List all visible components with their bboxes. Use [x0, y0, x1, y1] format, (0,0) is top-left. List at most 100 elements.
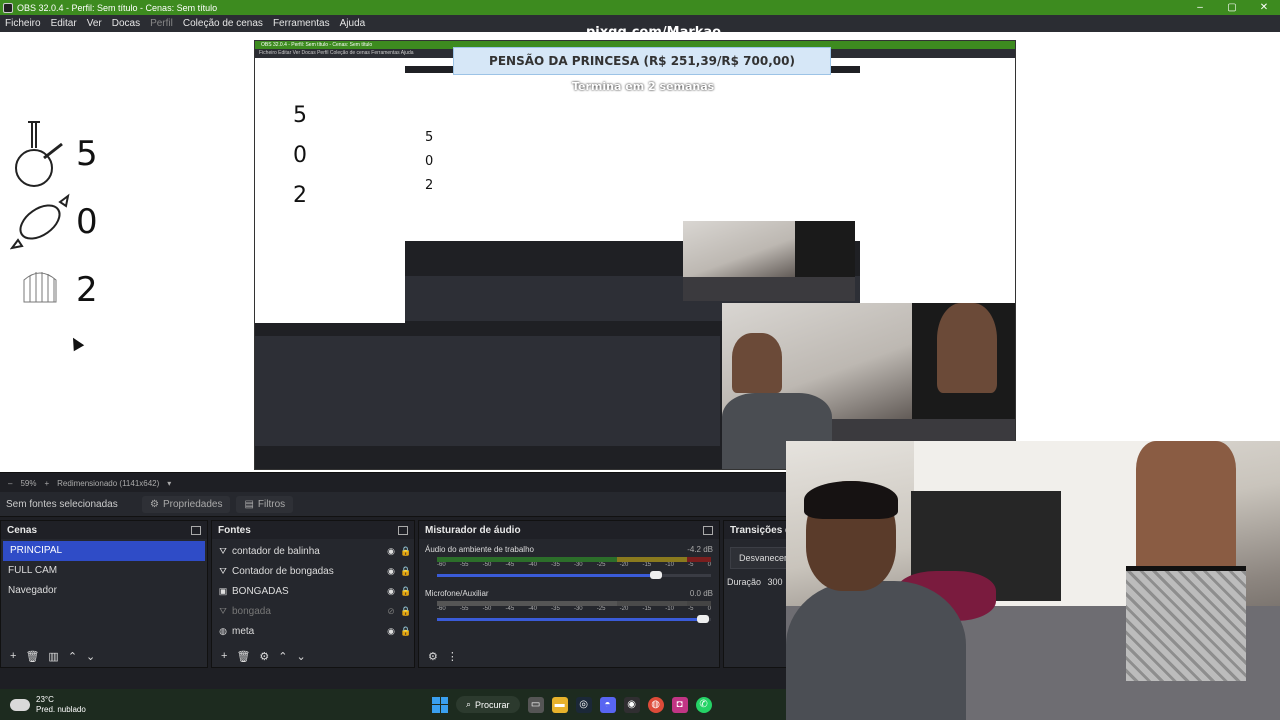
menu-ver[interactable]: Ver	[82, 15, 107, 32]
nested-obs-capture: OBS 32.0.4 - Perfil: Sem título - Cenas:…	[254, 40, 1016, 470]
advanced-audio-button[interactable]: ⚙	[428, 650, 438, 663]
mixer-menu-button[interactable]: ⋮	[447, 650, 458, 663]
candy-icon	[10, 193, 70, 250]
windows-start-icon[interactable]	[432, 696, 448, 713]
filters-label: Filtros	[257, 498, 286, 510]
remove-scene-button[interactable]: 🗑	[25, 650, 39, 663]
eye-icon[interactable]: ◉	[384, 586, 398, 597]
source-label: contador de balinha	[232, 545, 320, 557]
chrome-icon[interactable]: ◍	[647, 696, 664, 713]
candy-count: 0	[76, 202, 98, 242]
sources-dock: Fontes ⛛ contador de balinha ◉ 🔒 ⛛ Conta…	[211, 520, 415, 668]
minimize-button[interactable]: –	[1184, 0, 1216, 15]
browser-icon: ⛛	[219, 565, 227, 576]
level-meter	[437, 557, 711, 562]
source-item-bongadas[interactable]: ▣ BONGADAS ◉ 🔒	[212, 581, 414, 601]
filters-button[interactable]: ▤ Filtros	[236, 495, 294, 513]
task-view-icon[interactable]: ▭	[527, 696, 544, 713]
source-item-contador-de-balinha[interactable]: ⛛ contador de balinha ◉ 🔒	[212, 541, 414, 561]
taskbar-search[interactable]: ⌕ Procurar	[456, 696, 520, 713]
eye-icon[interactable]: ◉	[384, 566, 398, 577]
transitions-title: Transições de	[730, 524, 786, 536]
move-up-button[interactable]: ⌃	[68, 650, 77, 663]
nested2-count-bong: 5	[425, 130, 434, 145]
volume-slider[interactable]	[437, 615, 711, 623]
cage-icon	[23, 272, 57, 303]
menu-colecao-de-cenas[interactable]: Coleção de cenas	[178, 15, 268, 32]
bong-icon	[15, 121, 63, 187]
menu-perfil[interactable]: Perfil	[145, 15, 178, 32]
move-down-button[interactable]: ⌄	[86, 650, 95, 663]
title-bar: OBS 32.0.4 - Perfil: Sem título - Cenas:…	[0, 0, 1280, 15]
scene-item-principal[interactable]: PRINCIPAL	[3, 541, 205, 561]
window-controls: – ▢ ✕	[1184, 0, 1280, 15]
duration-value[interactable]: 300	[768, 577, 783, 587]
undock-icon[interactable]	[398, 525, 408, 535]
menu-ferramentas[interactable]: Ferramentas	[268, 15, 335, 32]
obs-icon[interactable]: ◉	[623, 696, 640, 713]
eye-icon[interactable]: ◉	[384, 626, 398, 637]
menu-docas[interactable]: Docas	[107, 15, 145, 32]
source-item-meta[interactable]: ◍ meta ◉ 🔒	[212, 621, 414, 641]
nested-count-bong: 5	[293, 103, 307, 128]
counter-row-cage: 2	[10, 256, 120, 324]
lock-icon[interactable]: 🔒	[398, 546, 414, 557]
source-label: Contador de bongadas	[232, 565, 334, 577]
steam-icon[interactable]: ◎	[575, 696, 592, 713]
scenes-title: Cenas	[7, 524, 38, 536]
menu-ficheiro[interactable]: Ficheiro	[0, 15, 46, 32]
weather-widget[interactable]: 23°C Pred. nublado	[10, 694, 86, 715]
lock-icon[interactable]: 🔒	[398, 626, 414, 637]
lock-icon[interactable]: 🔒	[398, 586, 414, 597]
pix-url-overlay: pixgg.com/Markao	[586, 25, 722, 40]
nested-docks	[255, 336, 720, 446]
transition-select[interactable]: Desvanecer	[730, 547, 786, 569]
menu-editar[interactable]: Editar	[46, 15, 82, 32]
undock-icon[interactable]	[191, 525, 201, 535]
lock-icon[interactable]: 🔒	[398, 566, 414, 577]
chevron-down-icon[interactable]: ▾	[167, 479, 171, 488]
search-icon: ⌕	[466, 699, 472, 709]
channel-header: Áudio do ambiente de trabalho -4.2 dB	[419, 545, 719, 557]
scenes-footer: + 🗑 ▥ ⌃ ⌄	[1, 645, 207, 667]
properties-button[interactable]: ⚙ Propriedades	[142, 495, 231, 513]
webcam-overlay	[786, 441, 1280, 720]
instagram-icon[interactable]: ◘	[671, 696, 688, 713]
nested-counter-2: 5 0 2	[425, 126, 433, 198]
source-toolbar: Sem fontes selecionadas ⚙ Propriedades ▤…	[0, 492, 790, 517]
file-explorer-icon[interactable]: ▬	[551, 696, 568, 713]
goal-banner-text: PENSÃO DA PRINCESA (R$ 251,39/R$ 700,00)	[489, 54, 795, 68]
move-up-button[interactable]: ⌃	[278, 650, 287, 663]
undock-icon[interactable]	[703, 525, 713, 535]
counter-widget: 5 0 2	[10, 120, 120, 324]
weather-forecast: Pred. nublado	[36, 704, 86, 714]
discord-icon[interactable]: ◓	[599, 696, 616, 713]
channel-db: 0.0 dB	[689, 589, 713, 598]
source-properties-button[interactable]: ⚙	[259, 650, 269, 663]
taskbar-apps: ⌕ Procurar ▭ ▬ ◎ ◓ ◉ ◍ ◘ ✆	[432, 689, 712, 720]
browser-icon: ⛛	[219, 605, 227, 616]
maximize-button[interactable]: ▢	[1216, 0, 1248, 15]
eye-icon[interactable]: ◉	[384, 546, 398, 557]
scenes-header: Cenas	[1, 521, 207, 539]
source-item-bongada[interactable]: ⛛ bongada ⊘ 🔒	[212, 601, 414, 621]
zoom-in-button[interactable]: +	[44, 479, 49, 488]
webcam-capture-small	[683, 221, 855, 301]
scene-filters-button[interactable]: ▥	[48, 650, 58, 663]
lock-icon[interactable]: 🔒	[398, 606, 414, 617]
duration-row: Duração 300	[724, 577, 786, 587]
menu-ajuda[interactable]: Ajuda	[335, 15, 371, 32]
close-button[interactable]: ✕	[1248, 0, 1280, 15]
add-scene-button[interactable]: +	[10, 650, 16, 662]
volume-slider[interactable]	[437, 571, 711, 579]
eye-hidden-icon[interactable]: ⊘	[384, 606, 398, 617]
scene-item-navegador[interactable]: Navegador	[1, 581, 207, 601]
remove-source-button[interactable]: 🗑	[236, 650, 250, 663]
zoom-out-button[interactable]: –	[8, 479, 12, 488]
source-item-contador-de-bongadas[interactable]: ⛛ Contador de bongadas ◉ 🔒	[212, 561, 414, 581]
add-source-button[interactable]: +	[221, 650, 227, 662]
scene-item-full-cam[interactable]: FULL CAM	[1, 561, 207, 581]
scale-mode[interactable]: Redimensionado (1141x642)	[57, 479, 159, 488]
move-down-button[interactable]: ⌄	[297, 650, 306, 663]
whatsapp-icon[interactable]: ✆	[695, 696, 712, 713]
